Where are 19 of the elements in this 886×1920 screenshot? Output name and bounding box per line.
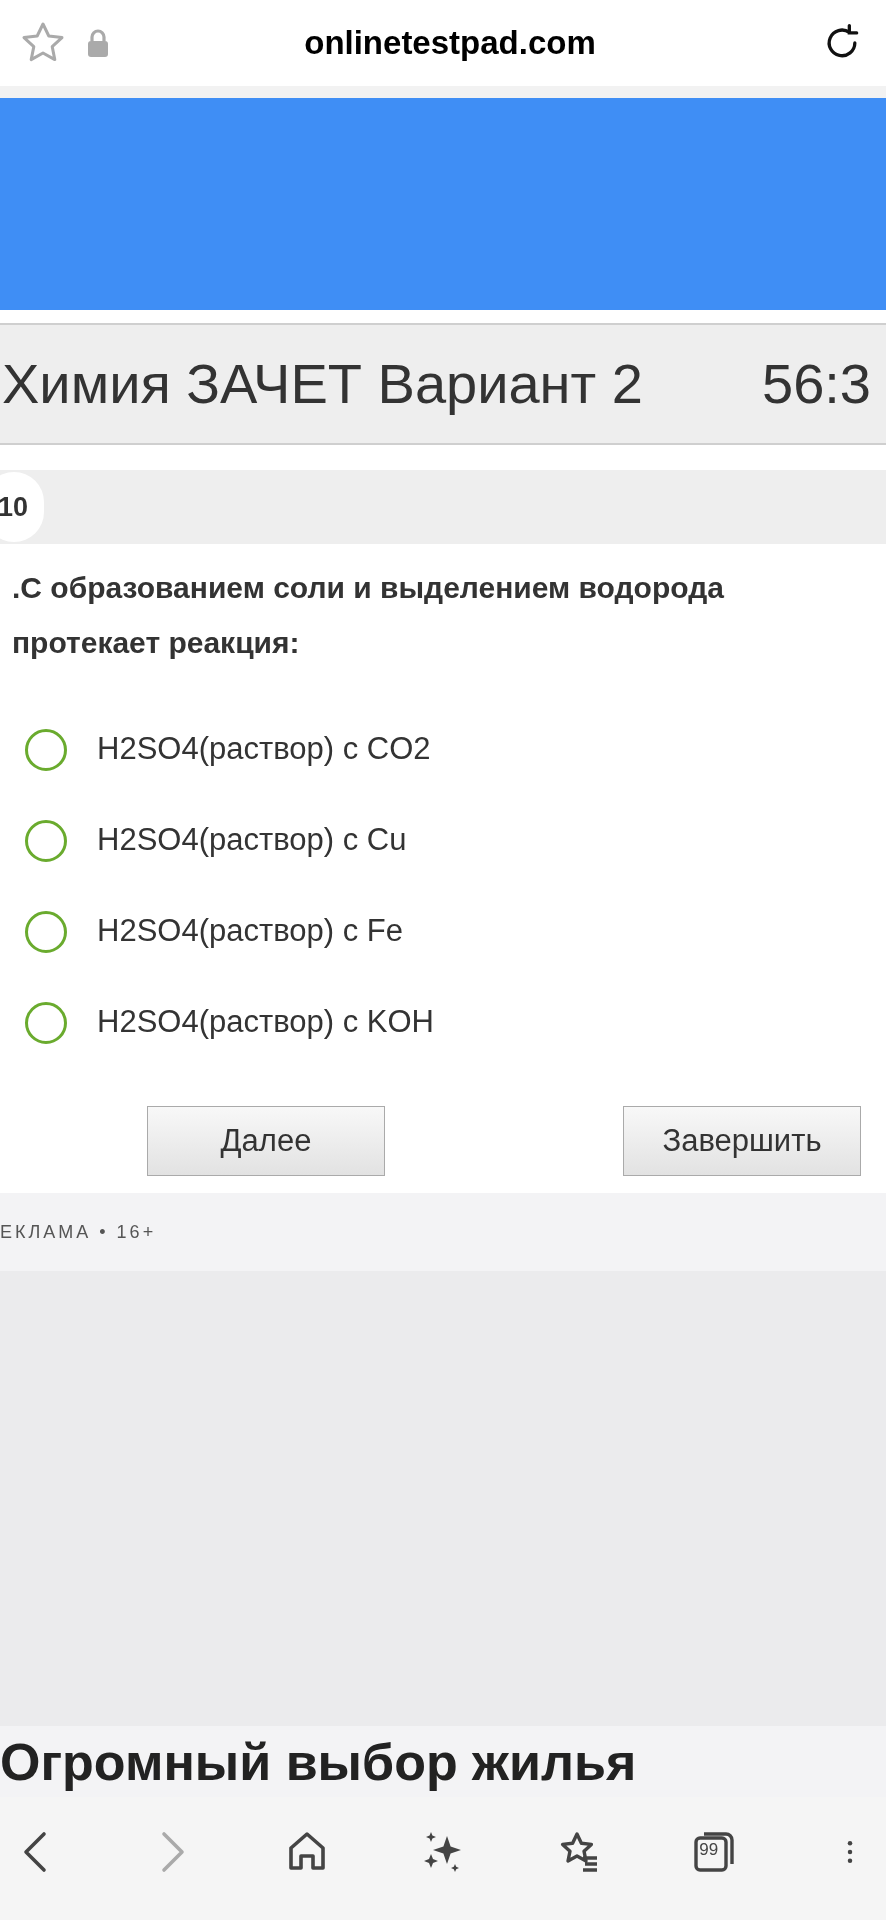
- option-label[interactable]: H2SO4(раствор) с Fe: [97, 908, 403, 955]
- next-button[interactable]: Далее: [147, 1106, 385, 1176]
- test-title: Химия ЗАЧЕТ Вариант 2: [1, 351, 643, 417]
- option-label[interactable]: H2SO4(раствор) с KOH: [97, 999, 434, 1046]
- question-text: .С образованием соли и выделением водорода протекает реакция:: [11, 570, 725, 661]
- lock-icon: [86, 29, 110, 57]
- address-text[interactable]: onlinetestpad.com: [300, 18, 600, 68]
- option-label[interactable]: H2SO4(раствор) с Cu: [97, 817, 407, 864]
- option-label[interactable]: H2SO4(раствор) с CO2: [97, 726, 431, 773]
- ad-headline: Огромный выбор жилья: [0, 1734, 638, 1790]
- tab-count: 99: [699, 1840, 719, 1858]
- finish-button[interactable]: Завершить: [623, 1106, 861, 1176]
- radio-button[interactable]: [25, 728, 67, 771]
- radio-button[interactable]: [25, 910, 67, 953]
- timer: 56:3: [762, 351, 871, 417]
- ad-label: ЕКЛАМА • 16+: [0, 1220, 157, 1244]
- radio-button[interactable]: [25, 1001, 67, 1044]
- radio-button[interactable]: [25, 819, 67, 862]
- question-number: 10: [0, 472, 44, 542]
